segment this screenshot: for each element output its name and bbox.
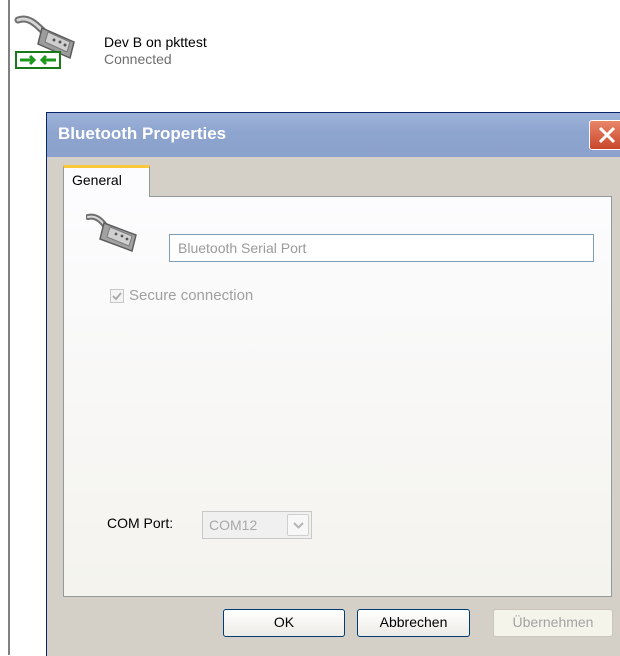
bluetooth-properties-dialog: Bluetooth Properties General Bluetooth S…: [46, 112, 620, 656]
general-tab-panel: Bluetooth Serial Port Secure connection …: [63, 196, 612, 597]
service-name-field[interactable]: Bluetooth Serial Port: [169, 234, 594, 262]
com-port-select[interactable]: COM12: [202, 511, 312, 539]
connection-status: Connected: [104, 51, 172, 67]
close-icon: [598, 126, 616, 144]
dialog-title: Bluetooth Properties: [58, 124, 227, 143]
secure-connection-checkbox[interactable]: [110, 289, 124, 303]
serial-port-icon: [86, 213, 137, 252]
com-port-label: COM Port:: [107, 515, 174, 531]
tab-general[interactable]: General: [63, 165, 150, 197]
pane-border: [8, 0, 10, 655]
com-port-dropdown-button[interactable]: [287, 514, 309, 536]
secure-connection-label: Secure connection: [129, 287, 254, 304]
cancel-button[interactable]: Abbrechen: [357, 609, 470, 637]
com-port-value: COM12: [209, 517, 258, 533]
checkmark-icon: [112, 292, 122, 301]
dialog-titlebar[interactable]: Bluetooth Properties: [47, 113, 620, 157]
ok-button[interactable]: OK: [223, 609, 345, 637]
connection-item[interactable]: Dev B on pkttest Connected: [14, 14, 214, 74]
connection-name: Dev B on pkttest: [104, 34, 207, 50]
tab-general-label: General: [72, 172, 122, 188]
apply-button[interactable]: Übernehmen: [493, 609, 613, 637]
serial-connection-icon: [14, 15, 75, 69]
close-button[interactable]: [589, 120, 620, 150]
chevron-down-icon: [293, 522, 304, 529]
